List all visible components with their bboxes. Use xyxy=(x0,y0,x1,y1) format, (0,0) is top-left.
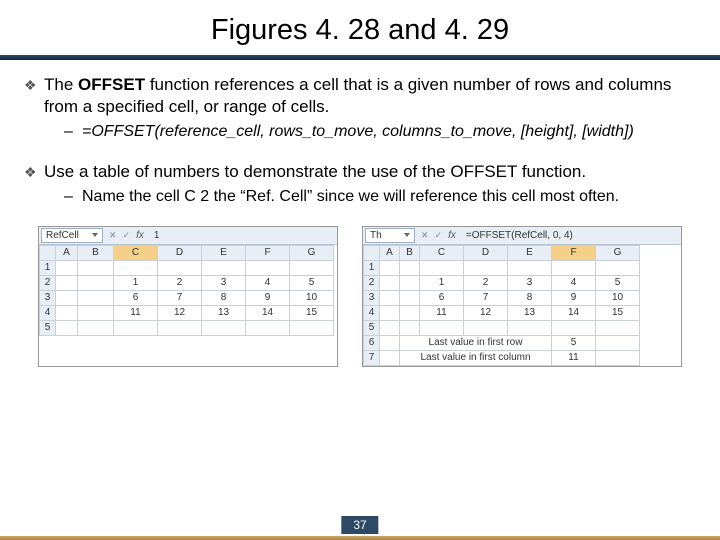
table-row: 2 1 2 3 4 5 xyxy=(40,275,334,290)
table-row: 5 xyxy=(40,320,334,335)
table-row: 4 11 12 13 14 15 xyxy=(40,305,334,320)
table-row: 7 Last value in first column 11 xyxy=(364,350,640,365)
table-row: 2 1 2 3 4 5 xyxy=(364,275,640,290)
sub1-text: =OFFSET(reference_cell, rows_to_move, co… xyxy=(82,122,696,143)
col-header: E xyxy=(508,245,552,260)
cell: 1 xyxy=(114,275,158,290)
cell: 5 xyxy=(290,275,334,290)
name-box-value: RefCell xyxy=(46,230,79,241)
check-icon: ✓ xyxy=(435,230,443,241)
cell: 6 xyxy=(114,290,158,305)
cell: 12 xyxy=(464,305,508,320)
cell: 6 xyxy=(420,290,464,305)
cell: 3 xyxy=(508,275,552,290)
table-row: 1 xyxy=(364,260,640,275)
col-header: B xyxy=(400,245,420,260)
cell: 2 xyxy=(158,275,202,290)
cell: 10 xyxy=(596,290,640,305)
corner-cell xyxy=(364,245,380,260)
cell-label: Last value in first row xyxy=(400,335,552,350)
col-header: G xyxy=(596,245,640,260)
cell: 8 xyxy=(508,290,552,305)
col-header: D xyxy=(464,245,508,260)
sub-bullet-2: – Name the cell C 2 the “Ref. Cell” sinc… xyxy=(64,187,696,208)
col-header: A xyxy=(56,245,78,260)
col-header: E xyxy=(202,245,246,260)
fx-icon: fx xyxy=(448,230,456,241)
slide-content: ❖ The OFFSET function references a cell … xyxy=(0,74,720,367)
cell-label: Last value in first column xyxy=(400,350,552,365)
name-box-value: Th xyxy=(370,230,382,241)
dropdown-icon xyxy=(92,233,98,237)
page-number: 37 xyxy=(341,516,378,534)
formula-bar: 1 xyxy=(150,230,160,241)
diamond-bullet-icon: ❖ xyxy=(24,74,44,94)
spreadsheet-grid-1: A B C D E F G 1 2 1 2 3 xyxy=(39,245,334,336)
name-box: Th xyxy=(365,228,415,243)
dropdown-icon xyxy=(404,233,410,237)
table-row: 6 Last value in first row 5 xyxy=(364,335,640,350)
slide-title: Figures 4. 28 and 4. 29 xyxy=(0,0,720,55)
bullet1-bold: OFFSET xyxy=(78,75,145,94)
dash-bullet-icon: – xyxy=(64,187,82,208)
cell: 4 xyxy=(552,275,596,290)
cell: 5 xyxy=(596,275,640,290)
col-header: C xyxy=(420,245,464,260)
table-row: 1 xyxy=(40,260,334,275)
name-box: RefCell xyxy=(41,228,103,243)
col-header: F xyxy=(552,245,596,260)
cell: 13 xyxy=(202,305,246,320)
spreadsheet-grid-2: A B C D E F G 1 2 1 2 3 xyxy=(363,245,640,366)
bullet-2: ❖ Use a table of numbers to demonstrate … xyxy=(24,161,696,183)
footer-bar xyxy=(0,536,720,540)
cell: 4 xyxy=(246,275,290,290)
excel-screenshot-1: RefCell ✕ ✓ fx 1 A B C xyxy=(38,226,338,367)
col-header: A xyxy=(380,245,400,260)
cell: 11 xyxy=(420,305,464,320)
cell: 7 xyxy=(158,290,202,305)
cell: 15 xyxy=(290,305,334,320)
cell: 10 xyxy=(290,290,334,305)
cell: 14 xyxy=(552,305,596,320)
bullet1-pre: The xyxy=(44,75,78,94)
diamond-bullet-icon: ❖ xyxy=(24,161,44,181)
title-divider xyxy=(0,55,720,60)
table-row: 5 xyxy=(364,320,640,335)
sub-bullet-1: – =OFFSET(reference_cell, rows_to_move, … xyxy=(64,122,696,143)
cancel-icon: ✕ xyxy=(109,230,117,241)
col-header: D xyxy=(158,245,202,260)
cell: 1 xyxy=(420,275,464,290)
cell: 11 xyxy=(552,350,596,365)
table-row: 4 11 12 13 14 15 xyxy=(364,305,640,320)
cell: 2 xyxy=(464,275,508,290)
cell: 8 xyxy=(202,290,246,305)
fx-icon: fx xyxy=(136,230,144,241)
table-row: 3 6 7 8 9 10 xyxy=(40,290,334,305)
check-icon: ✓ xyxy=(123,230,131,241)
formula-bar: =OFFSET(RefCell, 0, 4) xyxy=(462,230,573,241)
cell: 9 xyxy=(246,290,290,305)
col-header: B xyxy=(78,245,114,260)
table-row: 3 6 7 8 9 10 xyxy=(364,290,640,305)
bullet2-text: Use a table of numbers to demonstrate th… xyxy=(44,161,696,183)
cell: 5 xyxy=(552,335,596,350)
bullet-1: ❖ The OFFSET function references a cell … xyxy=(24,74,696,118)
cell: 9 xyxy=(552,290,596,305)
cell: 3 xyxy=(202,275,246,290)
cell: 7 xyxy=(464,290,508,305)
col-header: C xyxy=(114,245,158,260)
cell: 15 xyxy=(596,305,640,320)
cell: 14 xyxy=(246,305,290,320)
cell: 13 xyxy=(508,305,552,320)
col-header: G xyxy=(290,245,334,260)
dash-bullet-icon: – xyxy=(64,122,82,143)
cell: 12 xyxy=(158,305,202,320)
sub2-text: Name the cell C 2 the “Ref. Cell” since … xyxy=(82,187,696,208)
corner-cell xyxy=(40,245,56,260)
col-header: F xyxy=(246,245,290,260)
cancel-icon: ✕ xyxy=(421,230,429,241)
excel-screenshot-2: Th ✕ ✓ fx =OFFSET(RefCell, 0, 4) A B xyxy=(362,226,682,367)
cell: 11 xyxy=(114,305,158,320)
